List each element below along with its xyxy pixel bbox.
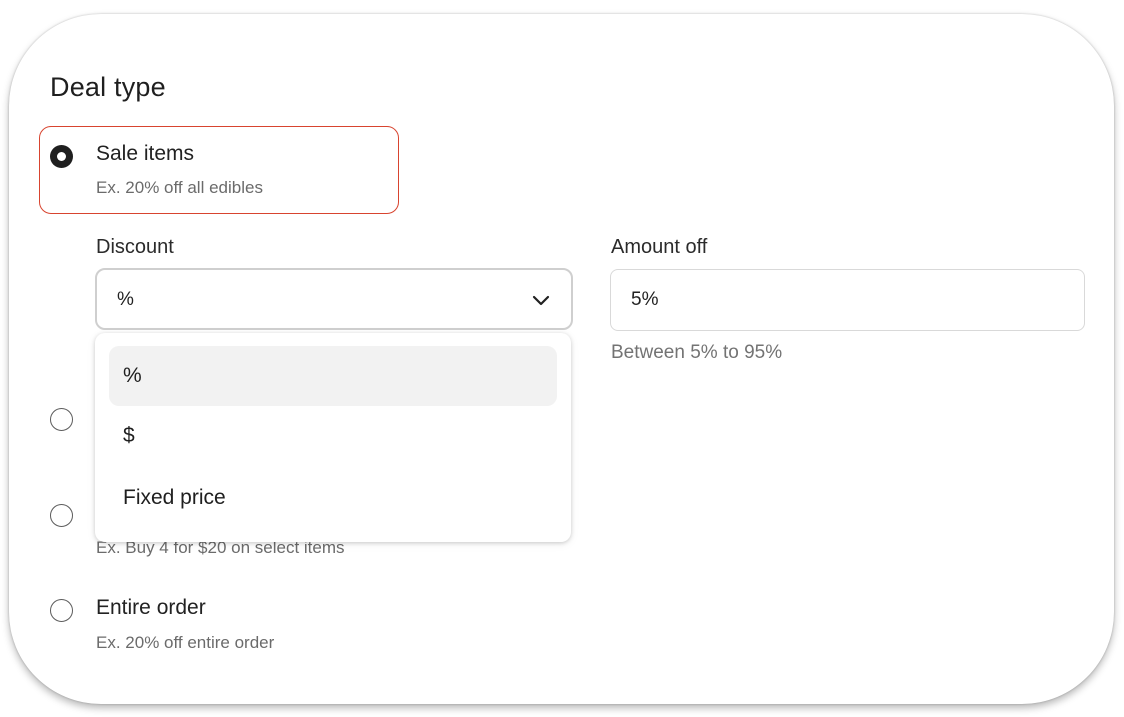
amount-off-hint: Between 5% to 95% [611,342,783,363]
radio-sale-items[interactable] [50,145,73,168]
option-label-sale-items[interactable]: Sale items [96,142,194,166]
menu-item-dollar[interactable]: $ [109,406,557,466]
option-label-entire-order[interactable]: Entire order [96,596,206,620]
chevron-down-icon [532,295,550,306]
discount-select[interactable]: % [95,268,573,330]
discount-dropdown-menu: % $ Fixed price [95,333,571,542]
radio-option-3[interactable] [50,504,73,527]
discount-select-value: % [117,289,134,310]
radio-entire-order[interactable] [50,599,73,622]
amount-off-label: Amount off [611,236,708,258]
amount-off-input[interactable] [610,269,1085,331]
discount-label: Discount [96,236,174,258]
section-title: Deal type [50,72,166,102]
selected-option-highlight [39,126,399,214]
option-desc-entire-order: Ex. 20% off entire order [96,633,275,652]
radio-option-2[interactable] [50,408,73,431]
menu-item-percent[interactable]: % [109,346,557,406]
menu-item-fixed-price[interactable]: Fixed price [109,468,557,528]
option-desc-sale-items: Ex. 20% off all edibles [96,178,263,197]
